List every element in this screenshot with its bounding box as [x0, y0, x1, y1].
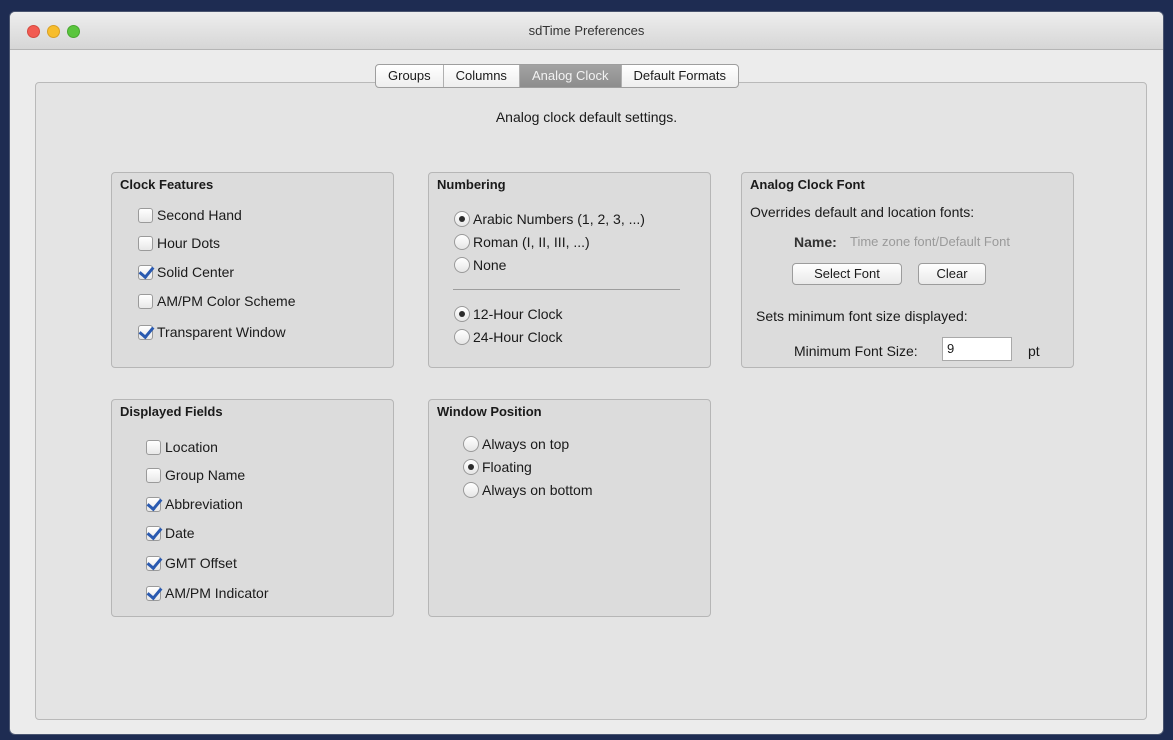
radio-button[interactable]: [454, 211, 470, 227]
checkbox-box[interactable]: [146, 555, 161, 571]
title-bar: sdTime Preferences: [10, 12, 1163, 50]
checkbox-box[interactable]: [146, 525, 161, 541]
preferences-window: sdTime Preferences Groups Columns Analog…: [10, 12, 1163, 734]
font-name-label: Name:: [794, 234, 837, 250]
displayed-fields-title: Displayed Fields: [120, 404, 223, 419]
radio-label: Roman (I, II, III, ...): [473, 234, 590, 250]
roman-numbers-radio[interactable]: Roman (I, II, III, ...): [454, 234, 590, 250]
radio-label: Always on top: [482, 436, 570, 452]
window-title: sdTime Preferences: [528, 23, 645, 38]
transparent-window-checkbox[interactable]: Transparent Window: [138, 324, 286, 340]
tab-bar: Groups Columns Analog Clock Default Form…: [375, 64, 740, 88]
always-on-top-radio[interactable]: Always on top: [463, 436, 569, 452]
checkbox-box[interactable]: [146, 467, 161, 483]
clock-features-group: Clock Features Second Hand Hour Dots Sol…: [111, 172, 394, 368]
checkbox-label: Date: [165, 525, 195, 541]
second-hand-checkbox[interactable]: Second Hand: [138, 207, 242, 223]
displayed-fields-group: Displayed Fields Location Group Name Abb…: [111, 399, 394, 617]
checkbox-label: Solid Center: [157, 264, 235, 280]
date-checkbox[interactable]: Date: [146, 525, 195, 541]
floating-radio[interactable]: Floating: [463, 459, 532, 475]
analog-clock-font-title: Analog Clock Font: [750, 177, 865, 192]
group-name-checkbox[interactable]: Group Name: [146, 467, 245, 483]
radio-button[interactable]: [463, 459, 479, 475]
radio-label: None: [473, 257, 507, 273]
checkbox-box[interactable]: [138, 324, 153, 340]
24-hour-clock-radio[interactable]: 24-Hour Clock: [454, 329, 562, 345]
checkbox-box[interactable]: [146, 585, 161, 601]
numbering-title: Numbering: [437, 177, 506, 192]
font-name-value: Time zone font/Default Font: [850, 234, 1010, 249]
font-size-unit: pt: [1028, 343, 1040, 359]
tab-default-formats[interactable]: Default Formats: [622, 65, 738, 87]
hour-dots-checkbox[interactable]: Hour Dots: [138, 235, 220, 251]
page-subtitle: Analog clock default settings.: [495, 109, 678, 125]
radio-label: Floating: [482, 459, 532, 475]
checkbox-box[interactable]: [138, 235, 153, 251]
window-position-group: Window Position Always on top Floating A…: [428, 399, 711, 617]
checkbox-label: AM/PM Color Scheme: [157, 293, 296, 309]
checkbox-box[interactable]: [146, 439, 161, 455]
am-pm-color-scheme-checkbox[interactable]: AM/PM Color Scheme: [138, 293, 295, 309]
checkbox-label: Abbreviation: [165, 496, 243, 512]
tab-groups[interactable]: Groups: [376, 65, 444, 87]
clock-features-title: Clock Features: [120, 177, 214, 192]
radio-button[interactable]: [463, 436, 479, 452]
location-checkbox[interactable]: Location: [146, 439, 218, 455]
no-numbers-radio[interactable]: None: [454, 257, 506, 273]
select-font-button[interactable]: Select Font: [792, 263, 902, 285]
checkbox-box[interactable]: [138, 293, 153, 309]
tab-columns[interactable]: Columns: [444, 65, 520, 87]
tab-analog-clock[interactable]: Analog Clock: [519, 65, 622, 87]
checkbox-label: Group Name: [165, 467, 246, 483]
checkbox-box[interactable]: [138, 207, 153, 223]
numbering-group: Numbering Arabic Numbers (1, 2, 3, ...) …: [428, 172, 711, 368]
radio-label: 12-Hour Clock: [473, 306, 563, 322]
checkbox-label: Location: [165, 439, 218, 455]
window-position-title: Window Position: [437, 404, 542, 419]
radio-button[interactable]: [454, 306, 470, 322]
always-on-bottom-radio[interactable]: Always on bottom: [463, 482, 593, 498]
checkbox-label: Hour Dots: [157, 235, 221, 251]
radio-button[interactable]: [454, 257, 470, 273]
checkbox-label: Transparent Window: [157, 324, 286, 340]
checkbox-label: AM/PM Indicator: [165, 585, 269, 601]
clear-font-button[interactable]: Clear: [918, 263, 986, 285]
checkbox-label: GMT Offset: [165, 555, 237, 571]
analog-clock-font-group: Analog Clock Font Overrides default and …: [741, 172, 1074, 368]
solid-center-checkbox[interactable]: Solid Center: [138, 264, 234, 280]
min-font-size-input[interactable]: 9: [942, 337, 1012, 361]
radio-button[interactable]: [463, 482, 479, 498]
gmt-offset-checkbox[interactable]: GMT Offset: [146, 555, 237, 571]
radio-button[interactable]: [454, 329, 470, 345]
min-font-size-label: Minimum Font Size:: [794, 343, 918, 359]
abbreviation-checkbox[interactable]: Abbreviation: [146, 496, 243, 512]
arabic-numbers-radio[interactable]: Arabic Numbers (1, 2, 3, ...): [454, 211, 645, 227]
radio-label: Always on bottom: [482, 482, 593, 498]
12-hour-clock-radio[interactable]: 12-Hour Clock: [454, 306, 562, 322]
radio-label: 24-Hour Clock: [473, 329, 563, 345]
checkbox-label: Second Hand: [157, 207, 242, 223]
checkbox-box[interactable]: [138, 264, 153, 280]
am-pm-indicator-checkbox[interactable]: AM/PM Indicator: [146, 585, 268, 601]
radio-button[interactable]: [454, 234, 470, 250]
font-override-text: Overrides default and location fonts:: [750, 204, 975, 220]
numbering-separator: [453, 289, 680, 290]
min-font-size-text: Sets minimum font size displayed:: [756, 308, 968, 324]
radio-label: Arabic Numbers (1, 2, 3, ...): [473, 211, 645, 227]
checkbox-box[interactable]: [146, 496, 161, 512]
